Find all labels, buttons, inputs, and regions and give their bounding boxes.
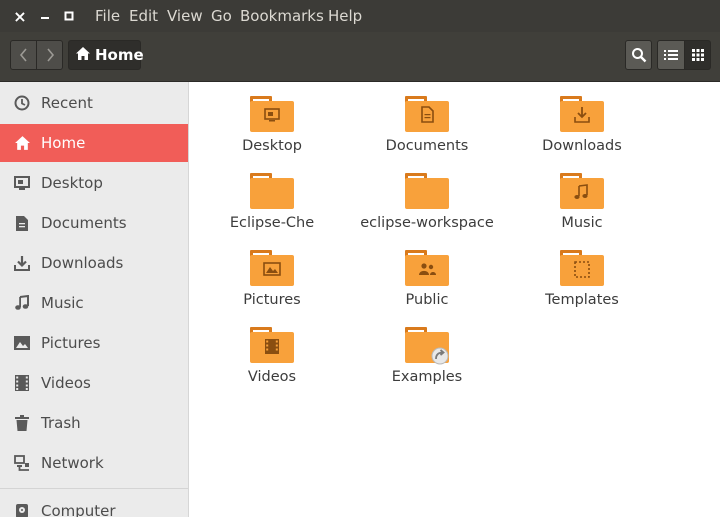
file-item-videos[interactable]: Videos [197, 327, 347, 385]
picture-icon [13, 334, 31, 352]
path-label: Home [95, 46, 144, 64]
clock-icon [13, 94, 31, 112]
close-window-button[interactable]: × [11, 7, 29, 26]
sidebar-item-pictures[interactable]: Pictures [0, 324, 188, 362]
file-item-documents[interactable]: Documents [352, 96, 502, 154]
file-item-examples[interactable]: Examples [352, 327, 502, 385]
computer-icon [13, 502, 31, 517]
folder-public-icon [405, 250, 449, 286]
menu-edit[interactable]: Edit [129, 7, 158, 27]
network-icon [13, 454, 31, 472]
file-item-templates[interactable]: Templates [507, 250, 657, 308]
file-item-music[interactable]: Music [507, 173, 657, 231]
folder-link-icon [405, 327, 449, 365]
sidebar-item-label: Home [41, 134, 86, 152]
grid-view-icon [691, 49, 704, 61]
sidebar-item-trash[interactable]: Trash [0, 404, 188, 442]
menu-bookmarks[interactable]: Bookmarks [240, 7, 324, 27]
file-label: Public [405, 292, 449, 308]
list-view-icon [664, 50, 678, 60]
file-label: eclipse-workspace [360, 215, 494, 231]
home-icon [75, 46, 91, 65]
sidebar-item-network[interactable]: Network [0, 444, 188, 482]
menu-view[interactable]: View [167, 7, 203, 27]
sidebar-item-label: Videos [41, 374, 91, 392]
chevron-left-icon [19, 48, 27, 62]
sidebar-item-documents[interactable]: Documents [0, 204, 188, 242]
sidebar: Recent Home Desktop Documents Downloads … [0, 82, 189, 517]
file-item-desktop[interactable]: Desktop [197, 96, 347, 154]
file-grid: Desktop Documents Downloads Eclipse-Che … [189, 82, 720, 517]
menu-help[interactable]: Help [328, 7, 362, 27]
folder-music-icon [560, 173, 604, 209]
forward-button[interactable] [36, 40, 63, 70]
folder-icon [405, 173, 449, 209]
folder-icon [250, 173, 294, 209]
film-icon [13, 374, 31, 392]
maximize-window-button[interactable] [60, 7, 78, 25]
sidebar-item-label: Downloads [41, 254, 124, 272]
file-item-pictures[interactable]: Pictures [197, 250, 347, 308]
file-item-eclipse-che[interactable]: Eclipse-Che [197, 173, 347, 231]
path-bar-home-button[interactable]: Home [68, 40, 144, 70]
menu-bar: × File Edit View Go Bookmarks Help [0, 0, 720, 32]
sidebar-item-label: Recent [41, 94, 93, 112]
search-button[interactable] [625, 40, 652, 70]
file-label: Examples [391, 369, 463, 385]
sidebar-item-label: Desktop [41, 174, 103, 192]
folder-templates-icon [560, 250, 604, 286]
file-label: Eclipse-Che [229, 215, 315, 231]
grid-view-button[interactable] [684, 40, 711, 70]
folder-downloads-icon [560, 96, 604, 132]
search-icon [631, 48, 646, 63]
sidebar-item-music[interactable]: Music [0, 284, 188, 322]
file-label: Templates [545, 292, 619, 308]
home-icon [13, 134, 31, 152]
list-view-button[interactable] [657, 40, 685, 70]
sidebar-item-home[interactable]: Home [0, 124, 188, 162]
file-item-eclipse-workspace[interactable]: eclipse-workspace [352, 173, 502, 231]
chevron-right-icon [46, 48, 54, 62]
menu-go[interactable]: Go [211, 7, 232, 27]
folder-desktop-icon [250, 96, 294, 132]
file-item-downloads[interactable]: Downloads [507, 96, 657, 154]
trash-icon [13, 414, 31, 432]
folder-pictures-icon [250, 250, 294, 286]
file-label: Videos [247, 369, 297, 385]
menu-file[interactable]: File [95, 7, 120, 27]
minimize-window-button[interactable] [36, 7, 54, 25]
sidebar-item-downloads[interactable]: Downloads [0, 244, 188, 282]
sidebar-item-label: Computer [41, 502, 116, 517]
sidebar-item-label: Network [41, 454, 104, 472]
file-label: Pictures [243, 292, 301, 308]
folder-documents-icon [405, 96, 449, 132]
sidebar-item-label: Pictures [41, 334, 101, 352]
document-icon [13, 214, 31, 232]
download-icon [13, 254, 31, 272]
sidebar-divider [0, 488, 188, 489]
file-label: Documents [385, 138, 469, 154]
file-label: Downloads [542, 138, 622, 154]
sidebar-item-label: Trash [41, 414, 81, 432]
file-label: Music [561, 215, 603, 231]
back-button[interactable] [10, 40, 37, 70]
sidebar-item-label: Music [41, 294, 84, 312]
desktop-icon [13, 174, 31, 192]
sidebar-item-desktop[interactable]: Desktop [0, 164, 188, 202]
folder-videos-icon [250, 327, 294, 363]
sidebar-item-label: Documents [41, 214, 127, 232]
toolbar: Home [0, 32, 720, 82]
file-item-public[interactable]: Public [352, 250, 502, 308]
file-label: Desktop [242, 138, 302, 154]
sidebar-item-recent[interactable]: Recent [0, 84, 188, 122]
music-icon [13, 294, 31, 312]
sidebar-item-computer[interactable]: Computer [0, 492, 188, 517]
sidebar-item-videos[interactable]: Videos [0, 364, 188, 402]
